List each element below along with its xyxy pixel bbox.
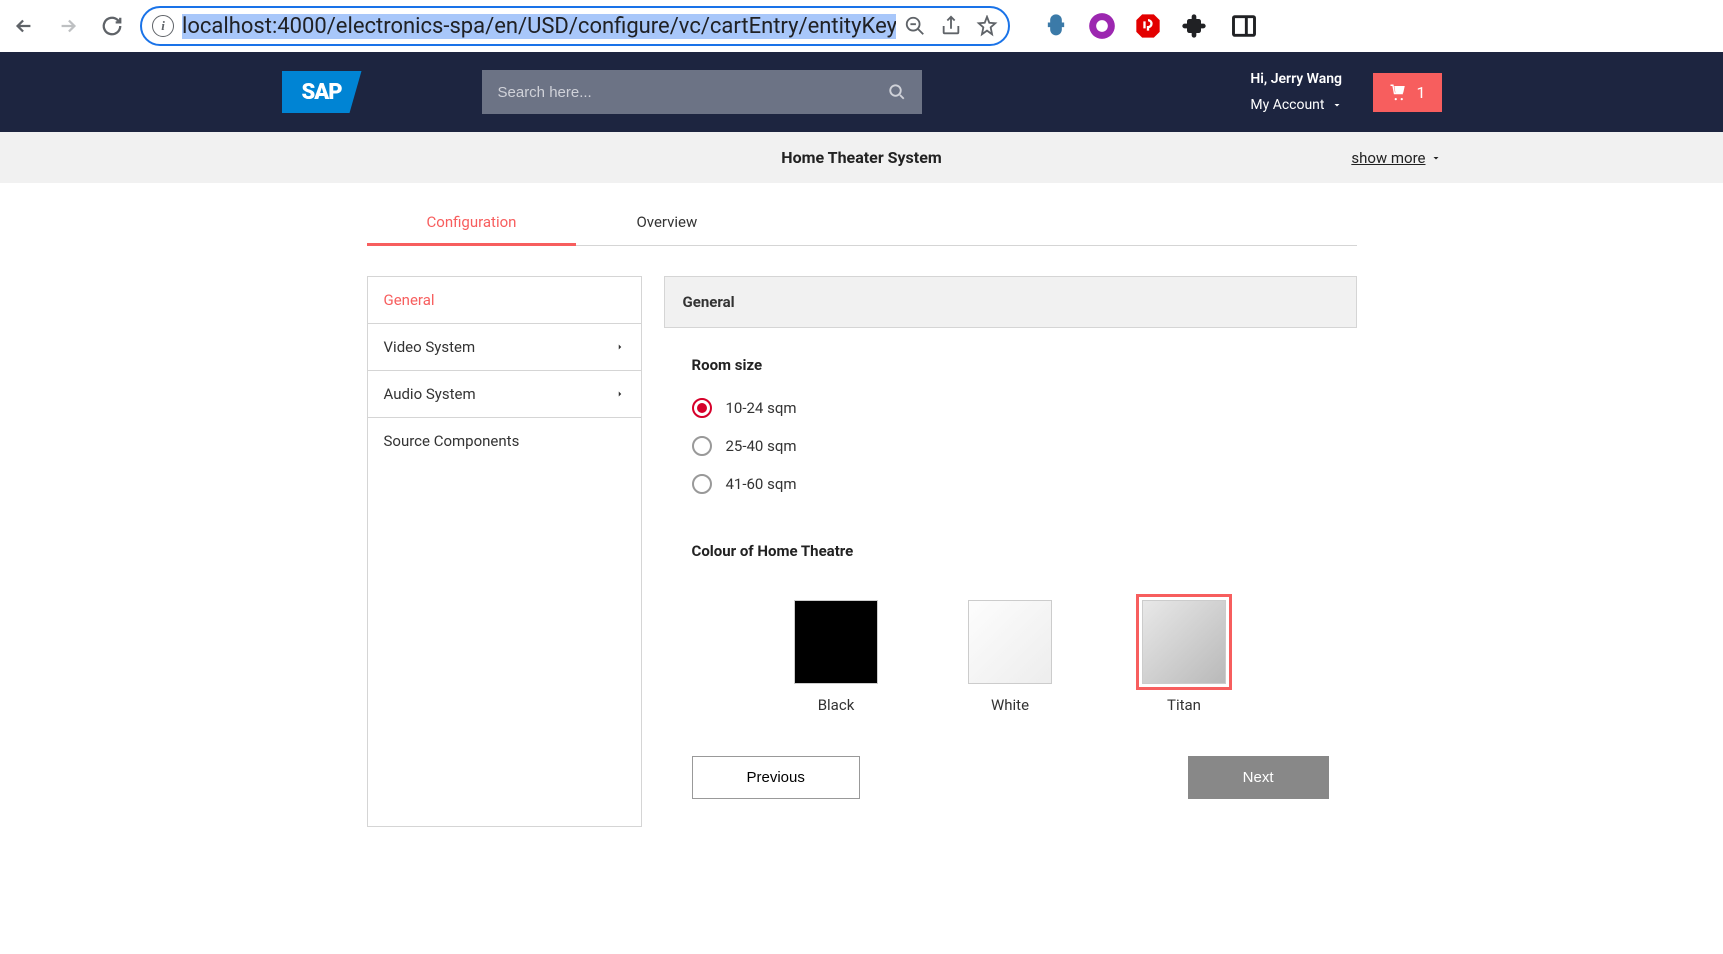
colour-label: Colour of Home Theatre [692,542,1329,560]
chevron-right-icon [615,342,625,352]
account-area: Hi, Jerry Wang My Account 1 [1250,71,1441,113]
swatch-black[interactable]: Black [794,600,878,714]
product-title: Home Theater System [781,148,941,167]
cart-icon [1389,83,1407,101]
extension-icons [1042,12,1258,40]
tabs: Configuration Overview [367,213,1357,246]
greeting-text: Hi, Jerry Wang [1250,71,1342,87]
tab-configuration[interactable]: Configuration [367,213,577,245]
radio-room-25-40[interactable]: 25-40 sqm [692,436,1329,456]
share-icon[interactable] [940,15,962,37]
search-input[interactable] [498,84,888,101]
site-info-icon[interactable]: i [152,15,174,37]
sidebar-item-label: General [384,291,435,309]
show-more-link[interactable]: show more [1351,149,1441,167]
side-panel-icon[interactable] [1230,12,1258,40]
swatch-box [1142,600,1226,684]
zoom-out-icon[interactable] [904,15,926,37]
previous-button[interactable]: Previous [692,756,860,799]
section-header: General [664,276,1357,328]
chevron-right-icon [615,389,625,399]
my-account-dropdown[interactable]: My Account [1250,97,1342,113]
extension-icon-1[interactable] [1042,12,1070,40]
radio-icon [692,398,712,418]
extension-icon-3[interactable] [1134,12,1162,40]
search-box[interactable] [482,70,922,114]
radio-icon [692,436,712,456]
reload-button[interactable] [96,10,128,42]
url-actions [904,15,998,37]
sidebar-item-label: Audio System [384,385,476,403]
cart-button[interactable]: 1 [1373,73,1442,112]
content-panel: General Room size 10-24 sqm 25-40 sqm 41… [664,276,1357,827]
sidebar-item-video-system[interactable]: Video System [368,324,641,371]
swatch-box [968,600,1052,684]
search-icon[interactable] [888,83,906,101]
browser-toolbar: i localhost:4000/electronics-spa/en/USD/… [0,0,1723,52]
extensions-menu-icon[interactable] [1180,12,1208,40]
radio-icon [692,474,712,494]
tab-overview[interactable]: Overview [576,213,757,245]
sidebar-item-source-components[interactable]: Source Components [368,418,641,464]
swatch-box [794,600,878,684]
swatch-titan[interactable]: Titan [1142,600,1226,714]
product-subheader: Home Theater System show more [0,132,1723,183]
colour-swatches: Black White Titan [692,600,1329,714]
sidebar-item-general[interactable]: General [368,277,641,324]
swatch-white[interactable]: White [968,600,1052,714]
sidebar-item-label: Video System [384,338,476,356]
back-button[interactable] [8,10,40,42]
chevron-down-icon [1430,152,1442,164]
bookmark-star-icon[interactable] [976,15,998,37]
sidebar: General Video System Audio System Source… [367,276,642,827]
sidebar-item-label: Source Components [384,432,520,450]
sidebar-item-audio-system[interactable]: Audio System [368,371,641,418]
chevron-down-icon [1331,99,1343,111]
address-bar[interactable]: i localhost:4000/electronics-spa/en/USD/… [140,6,1010,46]
extension-icon-2[interactable] [1088,12,1116,40]
cart-count: 1 [1417,83,1426,102]
radio-room-10-24[interactable]: 10-24 sqm [692,398,1329,418]
main-content: General Video System Audio System Source… [367,276,1357,827]
next-button[interactable]: Next [1188,756,1329,799]
sap-logo[interactable]: SAP [282,71,362,113]
room-size-label: Room size [692,356,1329,374]
site-header: SAP Hi, Jerry Wang My Account 1 [0,52,1723,132]
room-size-radio-group: 10-24 sqm 25-40 sqm 41-60 sqm [692,398,1329,494]
radio-room-41-60[interactable]: 41-60 sqm [692,474,1329,494]
forward-button[interactable] [52,10,84,42]
url-text: localhost:4000/electronics-spa/en/USD/co… [182,14,896,39]
nav-buttons: Previous Next [692,756,1329,799]
